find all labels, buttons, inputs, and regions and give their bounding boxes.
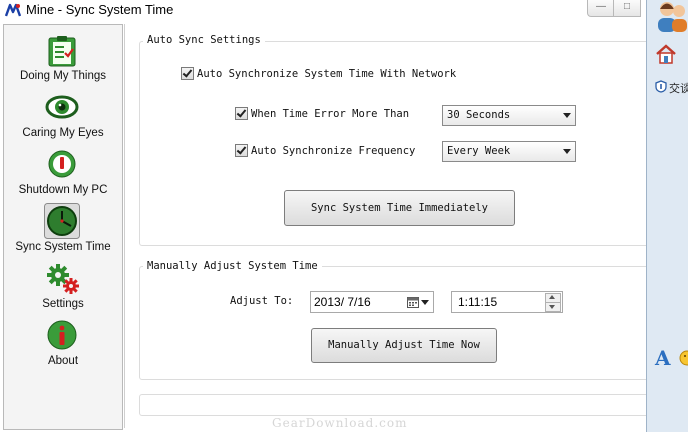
chevron-down-icon	[563, 113, 571, 118]
sidebar-item-doing-my-things[interactable]: Doing My Things	[4, 35, 122, 89]
info-icon	[47, 320, 77, 350]
chevron-down-icon	[563, 149, 571, 154]
arrow-down-icon	[549, 305, 555, 309]
minimize-button[interactable]: —	[587, 0, 615, 17]
sidebar-item-settings[interactable]: Settings	[4, 263, 122, 317]
calendar-icon[interactable]	[407, 296, 419, 308]
time-value: 1:11:15	[458, 295, 498, 309]
title-bar[interactable]: Mine - Sync System Time — □	[0, 0, 646, 22]
sync-now-button[interactable]: Sync System Time Immediately	[284, 190, 515, 226]
auto-sync-checkbox[interactable]	[181, 67, 194, 80]
auto-sync-legend: Auto Sync Settings	[143, 34, 265, 46]
time-error-label: When Time Error More Than	[251, 108, 410, 120]
manual-adjust-button[interactable]: Manually Adjust Time Now	[311, 328, 497, 363]
sidebar-item-label: Shutdown My PC	[18, 184, 108, 196]
power-icon	[48, 150, 76, 178]
spin-down-button[interactable]	[545, 302, 561, 312]
time-error-value: 30 Seconds	[447, 109, 511, 121]
sidebar-item-label: Caring My Eyes	[22, 127, 104, 139]
frequency-label: Auto Synchronize Frequency	[251, 145, 416, 157]
maximize-button[interactable]: □	[613, 0, 641, 17]
contacts-icon	[658, 2, 687, 32]
sidebar: Doing My Things Caring My Eyes Shutdown …	[3, 24, 123, 430]
frequency-value: Every Week	[447, 145, 511, 157]
sync-now-button-label: Sync System Time Immediately	[310, 202, 488, 214]
frequency-select[interactable]: Every Week	[442, 141, 576, 162]
emoji-icon[interactable]	[679, 350, 688, 366]
sidebar-item-caring-my-eyes[interactable]: Caring My Eyes	[4, 92, 122, 146]
watermark: GearDownload.com	[272, 416, 408, 430]
sidebar-item-label: Sync System Time	[15, 241, 111, 253]
manual-adjust-legend: Manually Adjust System Time	[143, 260, 322, 272]
time-error-select[interactable]: 30 Seconds	[442, 105, 576, 126]
date-picker[interactable]: 2013/ 7/16	[310, 291, 434, 313]
chevron-down-icon[interactable]	[421, 300, 429, 305]
time-error-checkbox[interactable]	[235, 107, 248, 120]
auto-sync-label: Auto Synchronize System Time With Networ…	[197, 68, 457, 80]
arrow-up-icon	[549, 295, 555, 299]
background-window-strip: 交谈 A	[646, 0, 688, 432]
main-panel: Auto Sync Settings Auto Synchronize Syst…	[124, 24, 661, 428]
gears-icon	[47, 264, 79, 294]
shield-icon	[655, 80, 667, 93]
window-title: Mine - Sync System Time	[26, 2, 174, 17]
adjust-to-label: Adjust To:	[230, 295, 294, 307]
manual-adjust-button-label: Manually Adjust Time Now	[328, 339, 480, 351]
frequency-checkbox[interactable]	[235, 144, 248, 157]
sidebar-item-shutdown-my-pc[interactable]: Shutdown My PC	[4, 149, 122, 203]
clock-icon	[44, 203, 80, 239]
status-bar	[139, 394, 661, 416]
sidebar-item-label: About	[47, 355, 79, 367]
home-icon[interactable]	[655, 44, 677, 64]
font-icon[interactable]: A	[655, 346, 671, 370]
time-spinner[interactable]: 1:11:15	[451, 291, 563, 313]
sidebar-item-label: Doing My Things	[19, 70, 107, 82]
date-value: 2013/ 7/16	[314, 295, 371, 309]
right-panel-text: 交谈	[669, 83, 688, 95]
sidebar-item-label: Settings	[42, 298, 84, 310]
sidebar-item-about[interactable]: About	[4, 320, 122, 374]
eye-icon	[45, 95, 79, 119]
clipboard-checklist-icon	[48, 36, 76, 67]
sidebar-item-sync-system-time[interactable]: Sync System Time	[4, 203, 122, 257]
app-logo-icon	[5, 3, 21, 17]
